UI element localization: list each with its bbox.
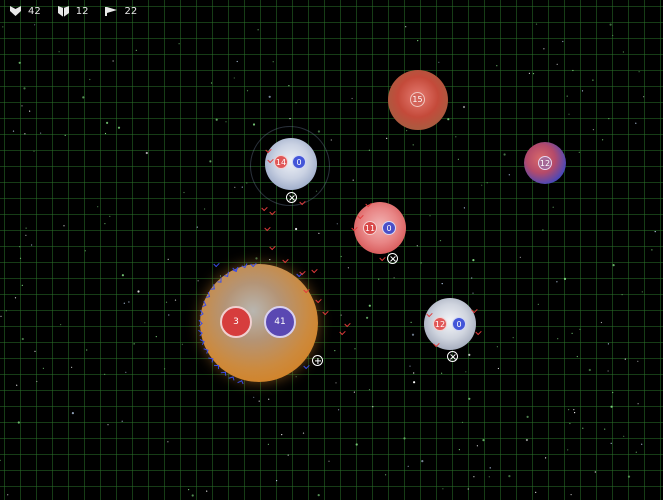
red-ship-icon — [427, 312, 432, 316]
game-board[interactable]: 42 12 22 3 41 14 0 15 12 11 0 12 0 — [0, 0, 663, 500]
red-ship-icon — [268, 158, 273, 162]
blue-ship-icon — [213, 364, 219, 370]
blue-ship-icon — [214, 262, 219, 266]
blue-ship-icon — [223, 271, 229, 277]
red-ship-icon — [345, 322, 350, 326]
blue-ship-icon — [216, 277, 222, 283]
blue-ship-icon — [203, 348, 209, 354]
blue-ship-icon — [205, 292, 211, 298]
blue-ship-icon — [304, 364, 309, 368]
red-ship-icon — [262, 206, 267, 210]
blue-ship-icon — [228, 376, 234, 382]
blue-ship-icon — [209, 284, 215, 290]
red-ship-icon — [300, 270, 305, 274]
blue-ship-icon — [199, 339, 204, 345]
blue-ship-icon — [233, 266, 238, 270]
red-ship-icon — [358, 214, 363, 218]
blue-ship-icon — [197, 320, 201, 325]
blue-ship-icon — [197, 330, 202, 335]
red-ship-icon — [323, 310, 328, 314]
blue-ship-icon — [198, 310, 203, 316]
red-ship-icon — [316, 298, 321, 302]
red-ship-icon — [366, 202, 371, 206]
red-ship-icon — [380, 256, 385, 260]
red-ship-icon — [266, 148, 271, 152]
red-ship-icon — [300, 200, 305, 204]
red-ship-icon — [340, 330, 345, 334]
red-ship-icon — [312, 268, 317, 272]
red-ship-icon — [270, 210, 275, 214]
red-ship-icon — [270, 245, 275, 249]
blue-ship-icon — [207, 357, 213, 363]
blue-ship-icon — [237, 380, 243, 385]
red-ship-icon — [265, 226, 270, 230]
blue-ship-icon — [201, 301, 206, 307]
red-ship-icon — [476, 330, 481, 334]
red-ship-icon — [472, 308, 477, 312]
blue-ship-icon — [242, 262, 248, 267]
red-ship-icon — [304, 288, 309, 292]
blue-ship-icon — [251, 262, 256, 266]
red-ship-icon — [283, 258, 288, 262]
red-ship-icon — [352, 226, 357, 230]
ships-layer — [0, 0, 663, 500]
blue-ship-icon — [220, 371, 226, 377]
red-ship-icon — [434, 342, 439, 346]
